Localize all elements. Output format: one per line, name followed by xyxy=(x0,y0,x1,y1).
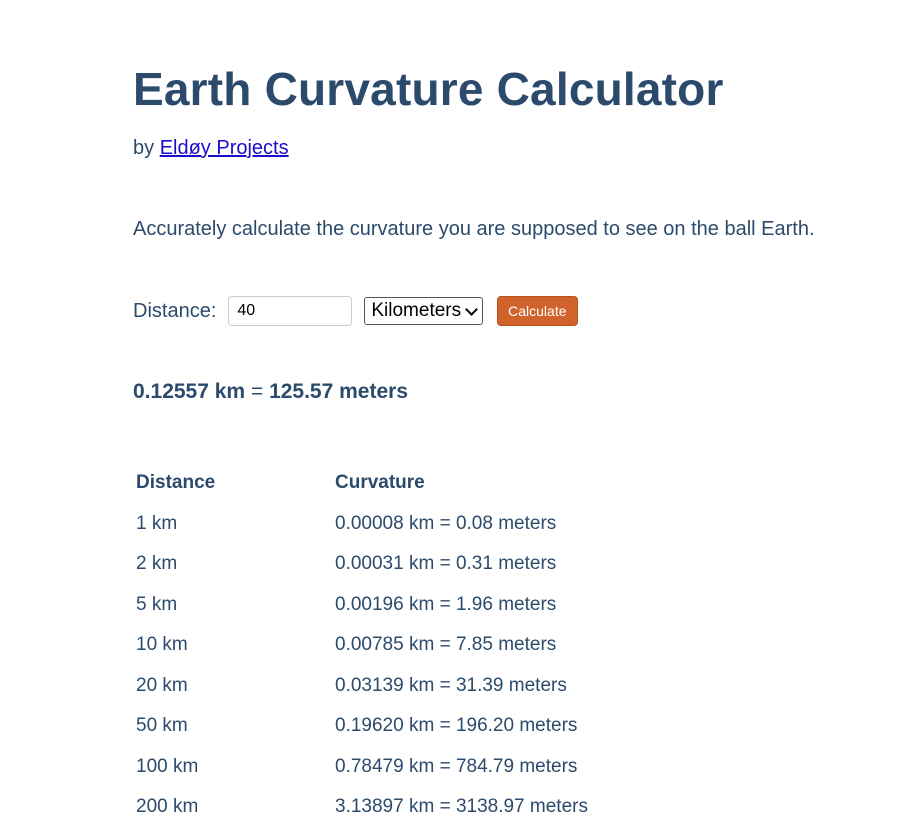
unit-select-value: Kilometers xyxy=(371,300,462,321)
table-header-row: Distance Curvature xyxy=(133,463,588,504)
result-km: 0.12557 km xyxy=(133,380,246,403)
table-row: 2 km 0.00031 km = 0.31 meters xyxy=(133,544,588,585)
chevron-down-icon xyxy=(465,302,478,316)
column-header-curvature: Curvature xyxy=(335,472,425,494)
curvature-cell: 0.78479 km = 784.79 meters xyxy=(335,755,578,777)
table-row: 1 km 0.00008 km = 0.08 meters xyxy=(133,504,588,545)
curvature-cell: 0.03139 km = 31.39 meters xyxy=(335,674,567,696)
curvature-cell: 0.00008 km = 0.08 meters xyxy=(335,512,557,534)
curvature-cell: 3.13897 km = 3138.97 meters xyxy=(335,796,588,818)
table-row: 5 km 0.00196 km = 1.96 meters xyxy=(133,585,588,626)
table-row: 100 km 0.78479 km = 784.79 meters xyxy=(133,747,588,788)
intro-text: Accurately calculate the curvature you a… xyxy=(133,218,815,240)
distance-cell: 200 km xyxy=(136,796,199,818)
distance-input[interactable] xyxy=(228,296,353,326)
byline-prefix: by xyxy=(133,137,155,159)
column-header-distance: Distance xyxy=(136,472,216,494)
curvature-cell: 0.00031 km = 0.31 meters xyxy=(335,553,557,575)
byline: by Eldøy Projects xyxy=(133,137,289,160)
curvature-table: Distance Curvature 1 km 0.00008 km = 0.0… xyxy=(133,463,588,828)
distance-cell: 5 km xyxy=(136,593,178,615)
curvature-cell: 0.00196 km = 1.96 meters xyxy=(335,593,557,615)
unit-select[interactable]: Kilometers xyxy=(364,297,484,325)
result-equals: = xyxy=(250,380,264,403)
distance-cell: 50 km xyxy=(136,715,188,737)
distance-cell: 10 km xyxy=(136,634,188,656)
calculate-button[interactable]: Calculate xyxy=(497,296,578,326)
author-link[interactable]: Eldøy Projects xyxy=(160,137,289,159)
page-title: Earth Curvature Calculator xyxy=(133,63,724,115)
result-text: 0.12557 km = 125.57 meters xyxy=(133,380,408,404)
curvature-cell: 0.19620 km = 196.20 meters xyxy=(335,715,578,737)
curvature-cell: 0.00785 km = 7.85 meters xyxy=(335,634,557,656)
calculator-form: Distance: Kilometers Calculate xyxy=(133,294,578,328)
result-meters: 125.57 meters xyxy=(269,380,409,403)
table-row: 50 km 0.19620 km = 196.20 meters xyxy=(133,706,588,747)
table-row: 20 km 0.03139 km = 31.39 meters xyxy=(133,666,588,707)
distance-cell: 2 km xyxy=(136,553,178,575)
distance-cell: 20 km xyxy=(136,674,188,696)
table-row: 10 km 0.00785 km = 7.85 meters xyxy=(133,625,588,666)
distance-cell: 1 km xyxy=(136,512,178,534)
distance-label: Distance: xyxy=(133,299,217,322)
distance-cell: 100 km xyxy=(136,755,199,777)
table-row: 200 km 3.13897 km = 3138.97 meters xyxy=(133,787,588,828)
